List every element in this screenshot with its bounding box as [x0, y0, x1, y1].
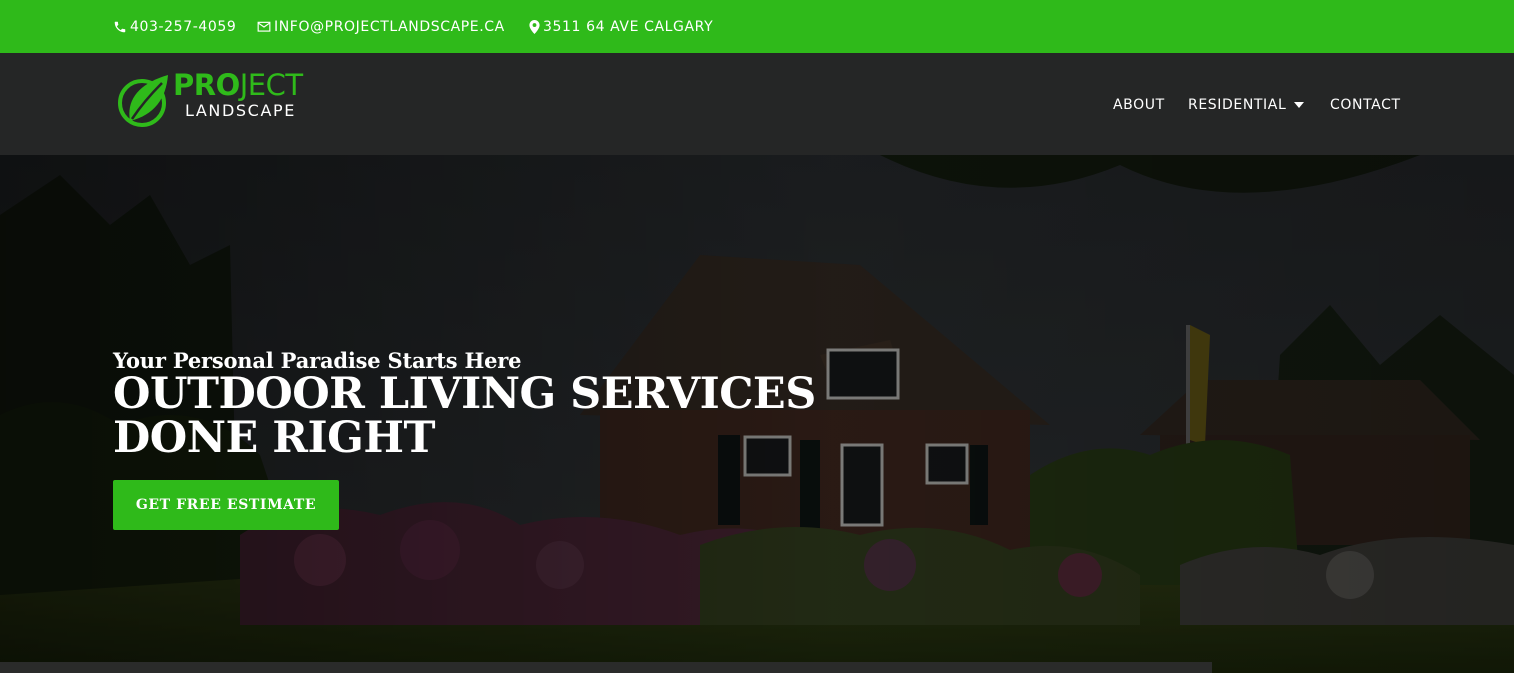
nav-residential[interactable]: RESIDENTIAL [1188, 97, 1305, 113]
email-link[interactable]: INFO@PROJECTLANDSCAPE.CA [257, 17, 505, 37]
phone-number: 403-257-4059 [130, 19, 237, 35]
map-pin-icon [529, 20, 540, 34]
address: 3511 64 AVE CALGARY [529, 17, 713, 37]
nav-contact[interactable]: CONTACT [1330, 97, 1401, 113]
logo-subtitle: LANDSCAPE [185, 101, 296, 120]
mail-icon [257, 21, 271, 32]
leaf-logo-icon [118, 75, 168, 127]
phone-icon [114, 21, 126, 33]
nav-about[interactable]: ABOUT [1113, 97, 1165, 113]
logo-wordmark: PROJECT [173, 68, 303, 102]
caret-down-icon [1294, 102, 1305, 108]
hero-headline: OUTDOOR LIVING SERVICES DONE RIGHT [113, 369, 816, 463]
address-text: 3511 64 AVE CALGARY [543, 19, 714, 35]
logo-word-bold: PRO [173, 68, 240, 102]
email-address: INFO@PROJECTLANDSCAPE.CA [274, 19, 505, 35]
hero-content: Your Personal Paradise Starts Here OUTDO… [113, 348, 833, 530]
hero-section: Your Personal Paradise Starts Here OUTDO… [0, 155, 1514, 673]
section-divider [0, 662, 1212, 673]
logo-word-rest: JECT [239, 68, 303, 102]
nav-residential-label: RESIDENTIAL [1188, 97, 1287, 113]
get-free-estimate-button[interactable]: GET FREE ESTIMATE [113, 480, 339, 530]
contact-bar: 403-257-4059 INFO@PROJECTLANDSCAPE.CA 35… [0, 0, 1514, 53]
main-navbar: PROJECT LANDSCAPE ABOUT RESIDENTIAL CONT… [0, 53, 1514, 155]
phone-link[interactable]: 403-257-4059 [113, 17, 236, 37]
site-logo[interactable]: PROJECT LANDSCAPE [116, 68, 316, 133]
